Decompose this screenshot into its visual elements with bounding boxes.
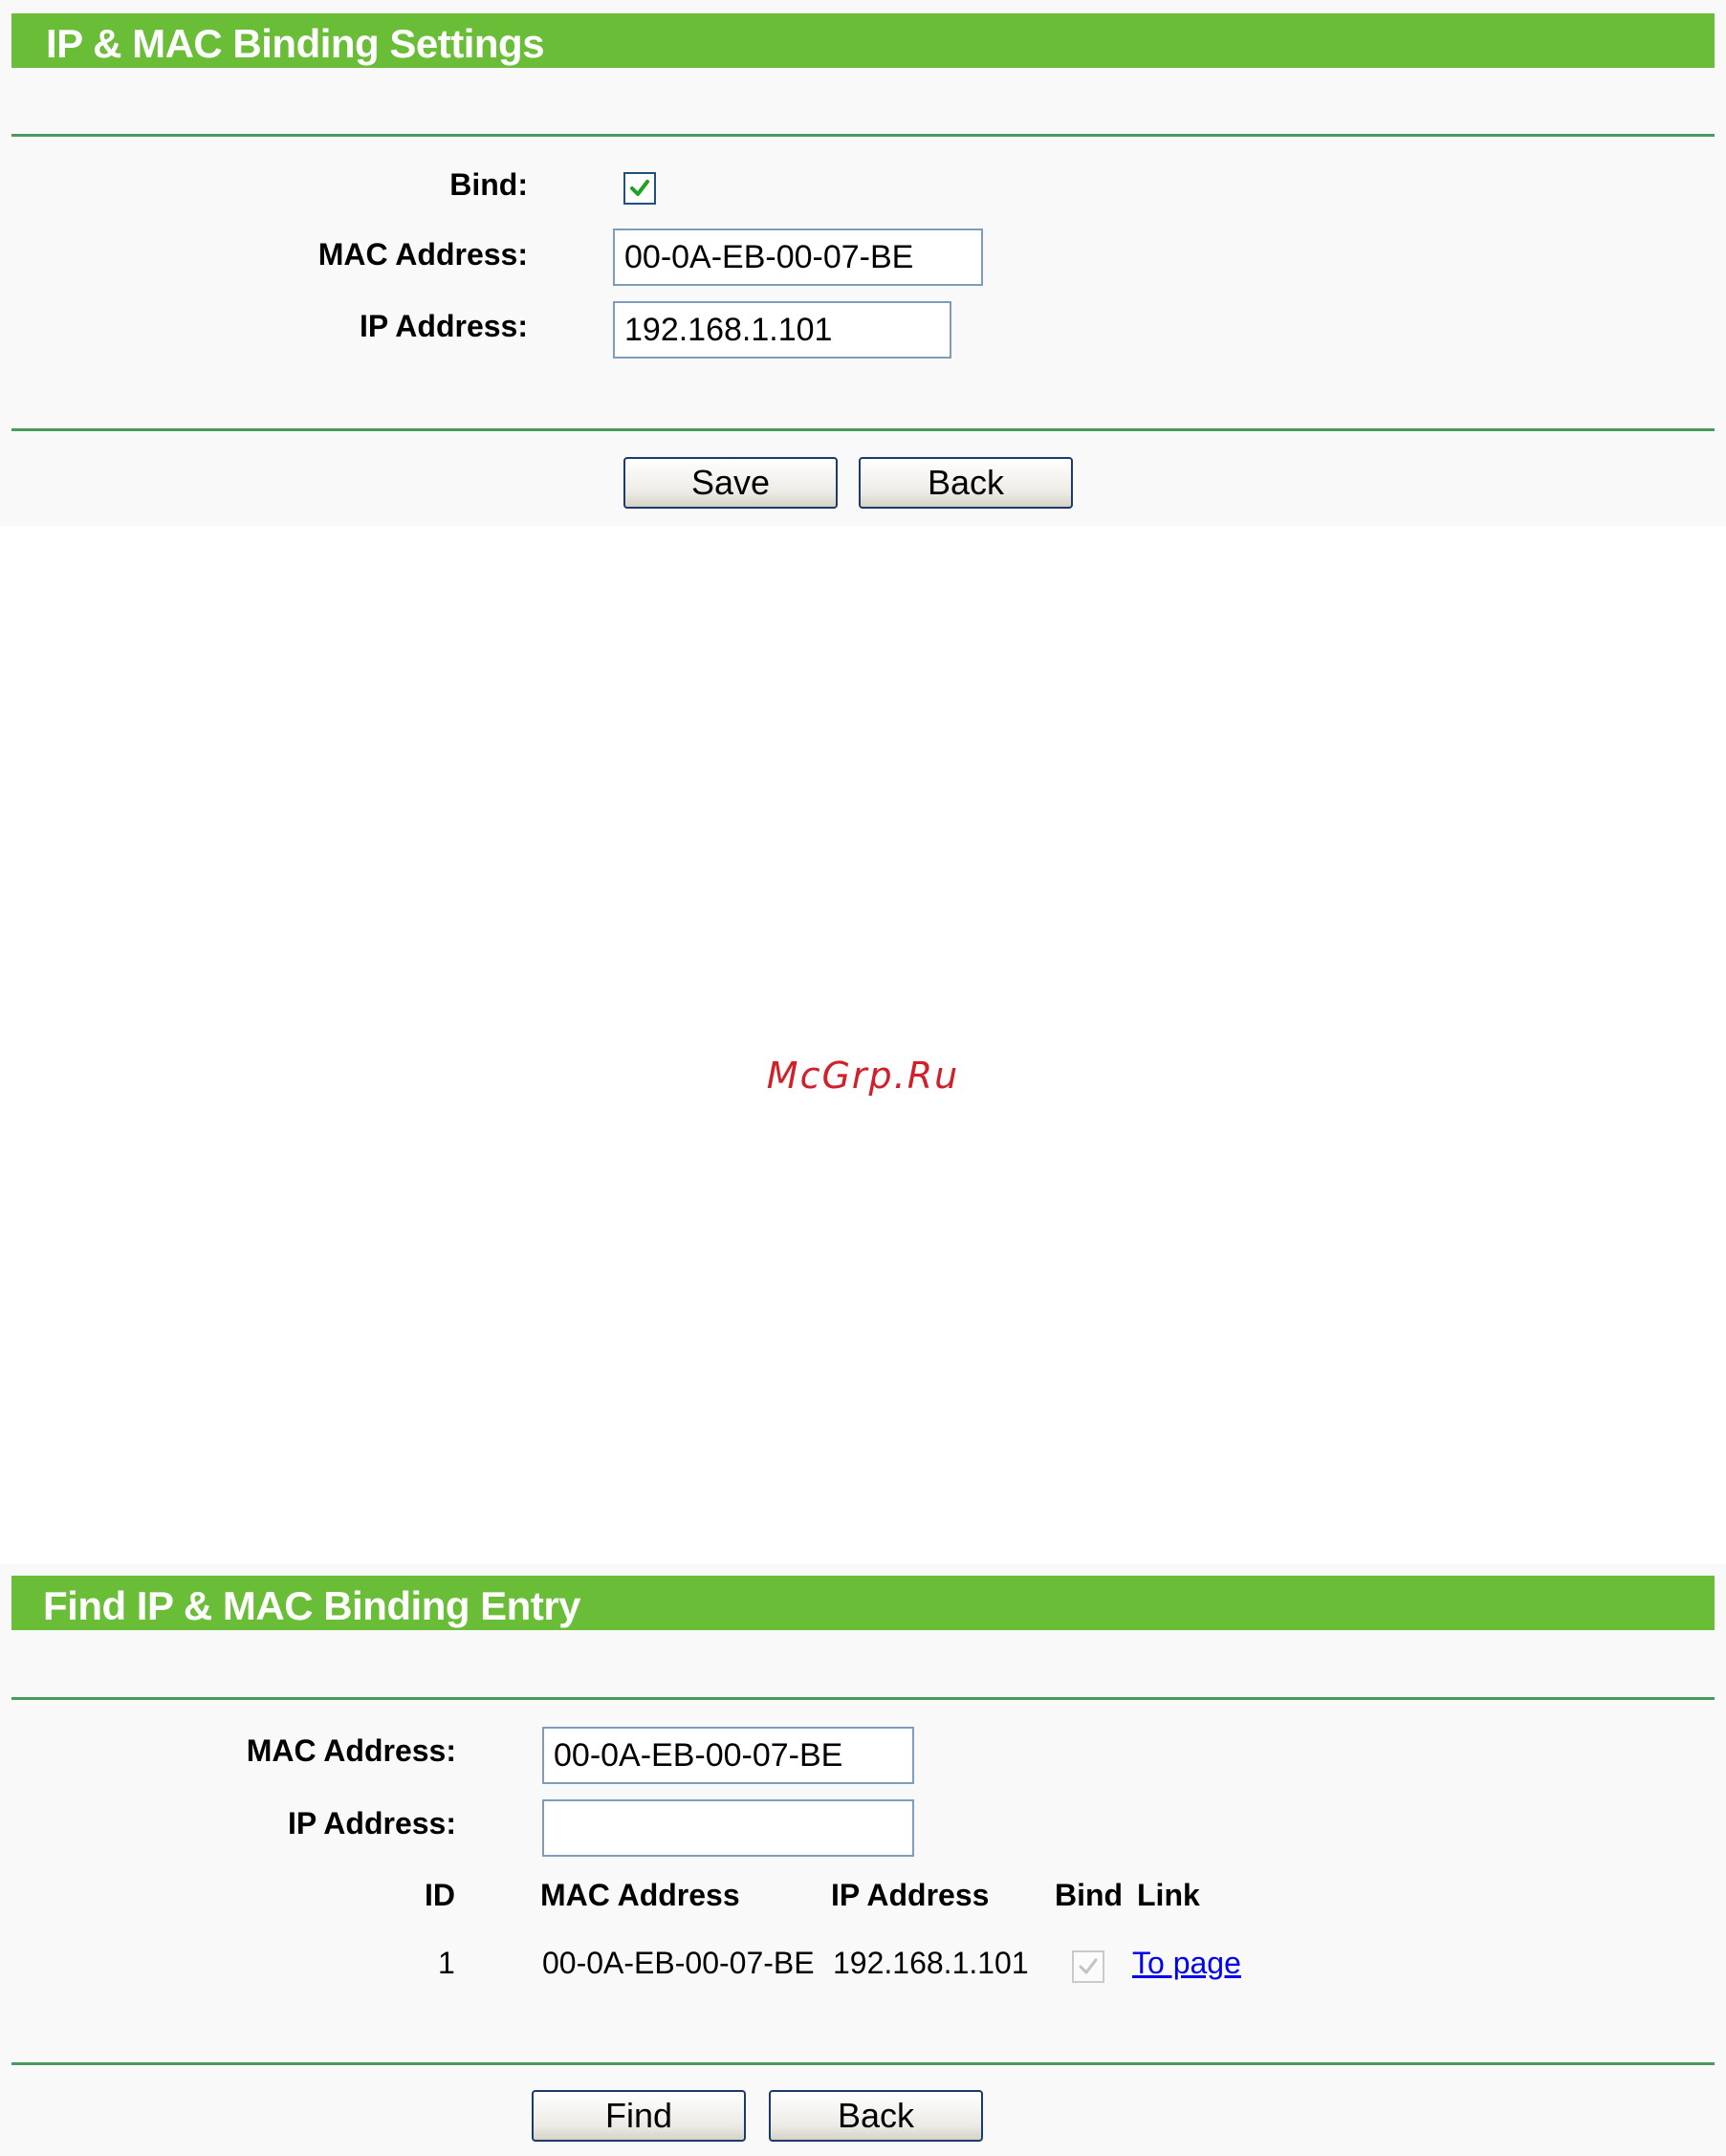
find-top-divider: [11, 1697, 1715, 1700]
save-button[interactable]: Save: [623, 457, 838, 509]
ip-address-label: IP Address:: [359, 309, 528, 343]
column-header-id: ID: [425, 1878, 455, 1912]
row-to-page-link[interactable]: To page: [1132, 1946, 1241, 1981]
find-ip-address-input[interactable]: [542, 1799, 914, 1857]
top-divider: [11, 134, 1715, 137]
find-back-button[interactable]: Back: [769, 2090, 983, 2142]
bind-label: Bind:: [449, 167, 528, 202]
column-header-bind: Bind: [1055, 1878, 1124, 1912]
back-button[interactable]: Back: [859, 457, 1073, 509]
mac-address-label: MAC Address:: [317, 237, 528, 272]
find-entry-title-bar: Find IP & MAC Binding Entry: [11, 1576, 1715, 1630]
checkmark-icon: [630, 180, 649, 196]
find-bottom-divider: [11, 2062, 1715, 2065]
row-id: 1: [438, 1946, 455, 1980]
row-bind-checkbox: [1072, 1950, 1104, 1983]
column-header-ip-address: IP Address: [831, 1878, 990, 1912]
watermark: McGrp.Ru: [766, 1055, 960, 1097]
find-entry-panel: Find IP & MAC Binding Entry MAC Address:…: [0, 1564, 1726, 2156]
binding-settings-panel: IP & MAC Binding Settings Bind: MAC Addr…: [0, 0, 1726, 526]
binding-settings-title-bar: IP & MAC Binding Settings: [11, 13, 1715, 68]
row-mac-address: 00-0A-EB-00-07-BE: [542, 1946, 815, 1980]
ip-address-input[interactable]: [613, 301, 951, 359]
find-ip-address-label: IP Address:: [287, 1806, 456, 1840]
find-button[interactable]: Find: [532, 2090, 746, 2142]
find-entry-title: Find IP & MAC Binding Entry: [43, 1583, 581, 1628]
find-mac-address-label: MAC Address:: [246, 1733, 456, 1768]
column-header-mac-address: MAC Address: [540, 1878, 740, 1912]
row-ip-address: 192.168.1.101: [833, 1946, 1029, 1980]
bind-checkbox[interactable]: [623, 172, 656, 205]
checkmark-icon: [1079, 1958, 1098, 1974]
find-mac-address-input[interactable]: [542, 1727, 914, 1784]
column-header-link: Link: [1137, 1878, 1200, 1912]
mac-address-input[interactable]: [613, 229, 983, 286]
binding-settings-title: IP & MAC Binding Settings: [46, 21, 545, 66]
bottom-divider: [11, 428, 1715, 431]
